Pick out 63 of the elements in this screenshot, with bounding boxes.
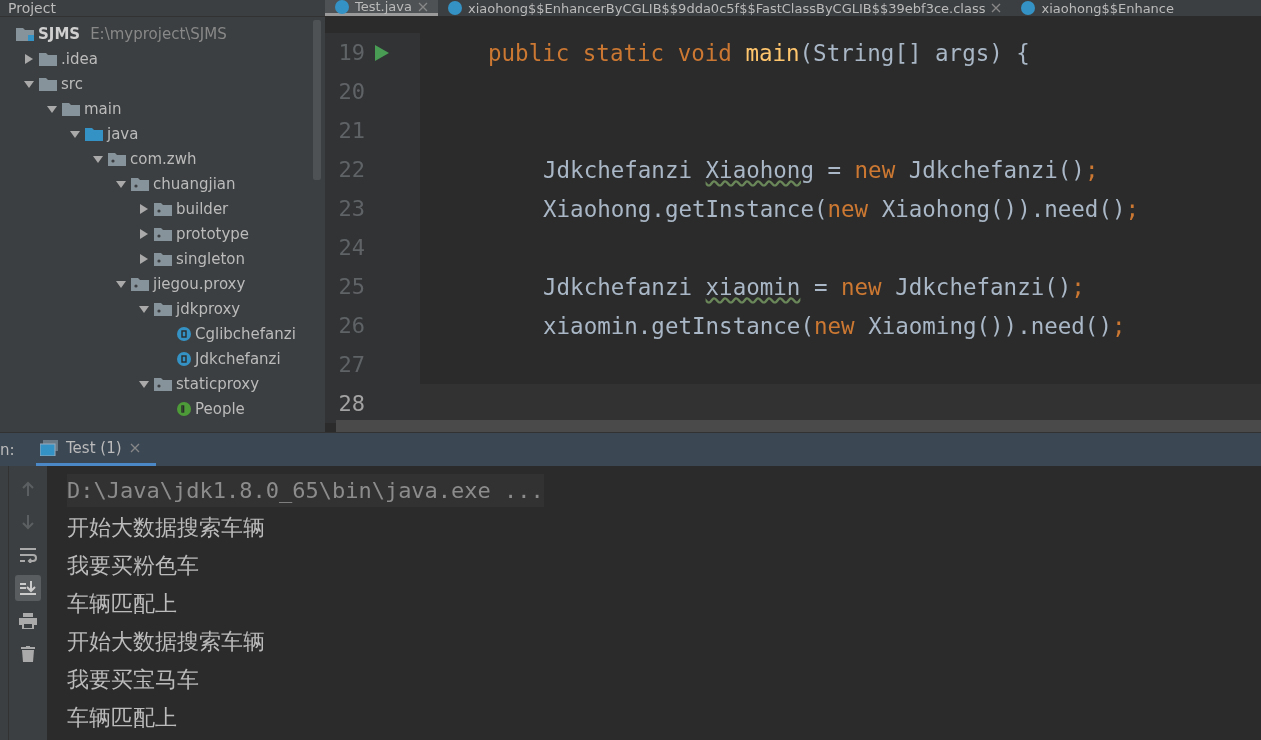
- package-icon: [131, 176, 149, 191]
- editor-tab[interactable]: xiaohong$$Enhance: [1011, 0, 1184, 16]
- code-line: Xiaohong.getInstance(new Xiaohong()).need();: [543, 195, 1140, 222]
- package-icon: [131, 276, 149, 291]
- tree-item[interactable]: staticproxy: [176, 374, 259, 393]
- expand-arrow-icon[interactable]: [138, 252, 150, 265]
- console-line: 开始大数据搜索车辆: [67, 514, 265, 542]
- console-line: 我要买宝马车: [67, 666, 199, 694]
- console-line: 开始大数据搜索车辆: [67, 628, 265, 656]
- folder-icon: [85, 126, 103, 141]
- package-icon: [154, 301, 172, 316]
- class-icon: [177, 326, 191, 341]
- module-icon: [16, 26, 34, 41]
- code-line: Jdkchefanzi xiaomin = new Jdkchefanzi();: [543, 273, 1085, 300]
- code-line: public static void main(String[] args) {: [488, 39, 1030, 66]
- run-icon[interactable]: [375, 44, 389, 61]
- package-icon: [154, 376, 172, 391]
- expand-arrow-icon[interactable]: [138, 227, 150, 240]
- expand-arrow-icon[interactable]: [138, 202, 150, 215]
- line-number: 28: [337, 391, 365, 416]
- scroll-to-end-icon[interactable]: [15, 575, 41, 601]
- console-icon: [40, 440, 58, 456]
- folder-icon: [39, 76, 57, 91]
- tree-item[interactable]: prototype: [176, 224, 250, 243]
- module-path: E:\myproject\SJMS: [90, 24, 227, 43]
- horizontal-scrollbar[interactable]: [336, 420, 1261, 432]
- expand-arrow-icon[interactable]: [23, 52, 35, 65]
- tree-item[interactable]: java: [107, 124, 139, 143]
- editor-tab[interactable]: xiaohong$$EnhancerByCGLIB$$9dda0c5f$$FastClassByCGLIB$$39ebf3ce.class: [438, 0, 1012, 16]
- package-icon: [154, 251, 172, 266]
- panel-label: n:: [0, 440, 16, 459]
- tree-item[interactable]: singleton: [176, 249, 245, 268]
- tree-item[interactable]: Jdkchefanzi: [195, 349, 281, 368]
- class-icon: [1021, 1, 1036, 15]
- tree-item[interactable]: People: [195, 399, 245, 418]
- editor-tab[interactable]: Test.java: [325, 0, 438, 16]
- tree-item[interactable]: SJMS: [38, 24, 81, 43]
- tree-item[interactable]: Cglibchefanzi: [195, 324, 296, 343]
- code-line: Jdkchefanzi Xiaohong = new Jdkchefanzi();: [543, 156, 1099, 183]
- package-icon: [154, 226, 172, 241]
- console-line: 车辆匹配上: [67, 704, 177, 732]
- package-icon: [154, 201, 172, 216]
- tree-item[interactable]: builder: [176, 199, 229, 218]
- panel-title[interactable]: Project: [8, 0, 56, 16]
- tree-item[interactable]: main: [84, 99, 122, 118]
- tree-item[interactable]: chuangjian: [153, 174, 236, 193]
- console-line: 我要买粉色车: [67, 552, 199, 580]
- tree-item[interactable]: .idea: [61, 49, 98, 68]
- code-line: xiaomin.getInstance(new Xiaoming()).need();: [543, 312, 1126, 339]
- class-icon: [177, 351, 191, 366]
- folder-icon: [39, 51, 57, 66]
- class-icon: [335, 0, 349, 14]
- tree-item[interactable]: jdkproxy: [176, 299, 241, 318]
- folder-icon: [62, 101, 80, 116]
- close-icon[interactable]: [129, 443, 140, 453]
- tree-item[interactable]: com.zwh: [130, 149, 197, 168]
- class-icon: [448, 1, 462, 15]
- package-icon: [108, 151, 126, 166]
- close-icon[interactable]: [991, 3, 1002, 13]
- interface-icon: [177, 401, 191, 416]
- tree-item[interactable]: src: [61, 74, 83, 93]
- tree-item[interactable]: jiegou.proxy: [153, 274, 246, 293]
- console-line: 车辆匹配上: [67, 590, 177, 618]
